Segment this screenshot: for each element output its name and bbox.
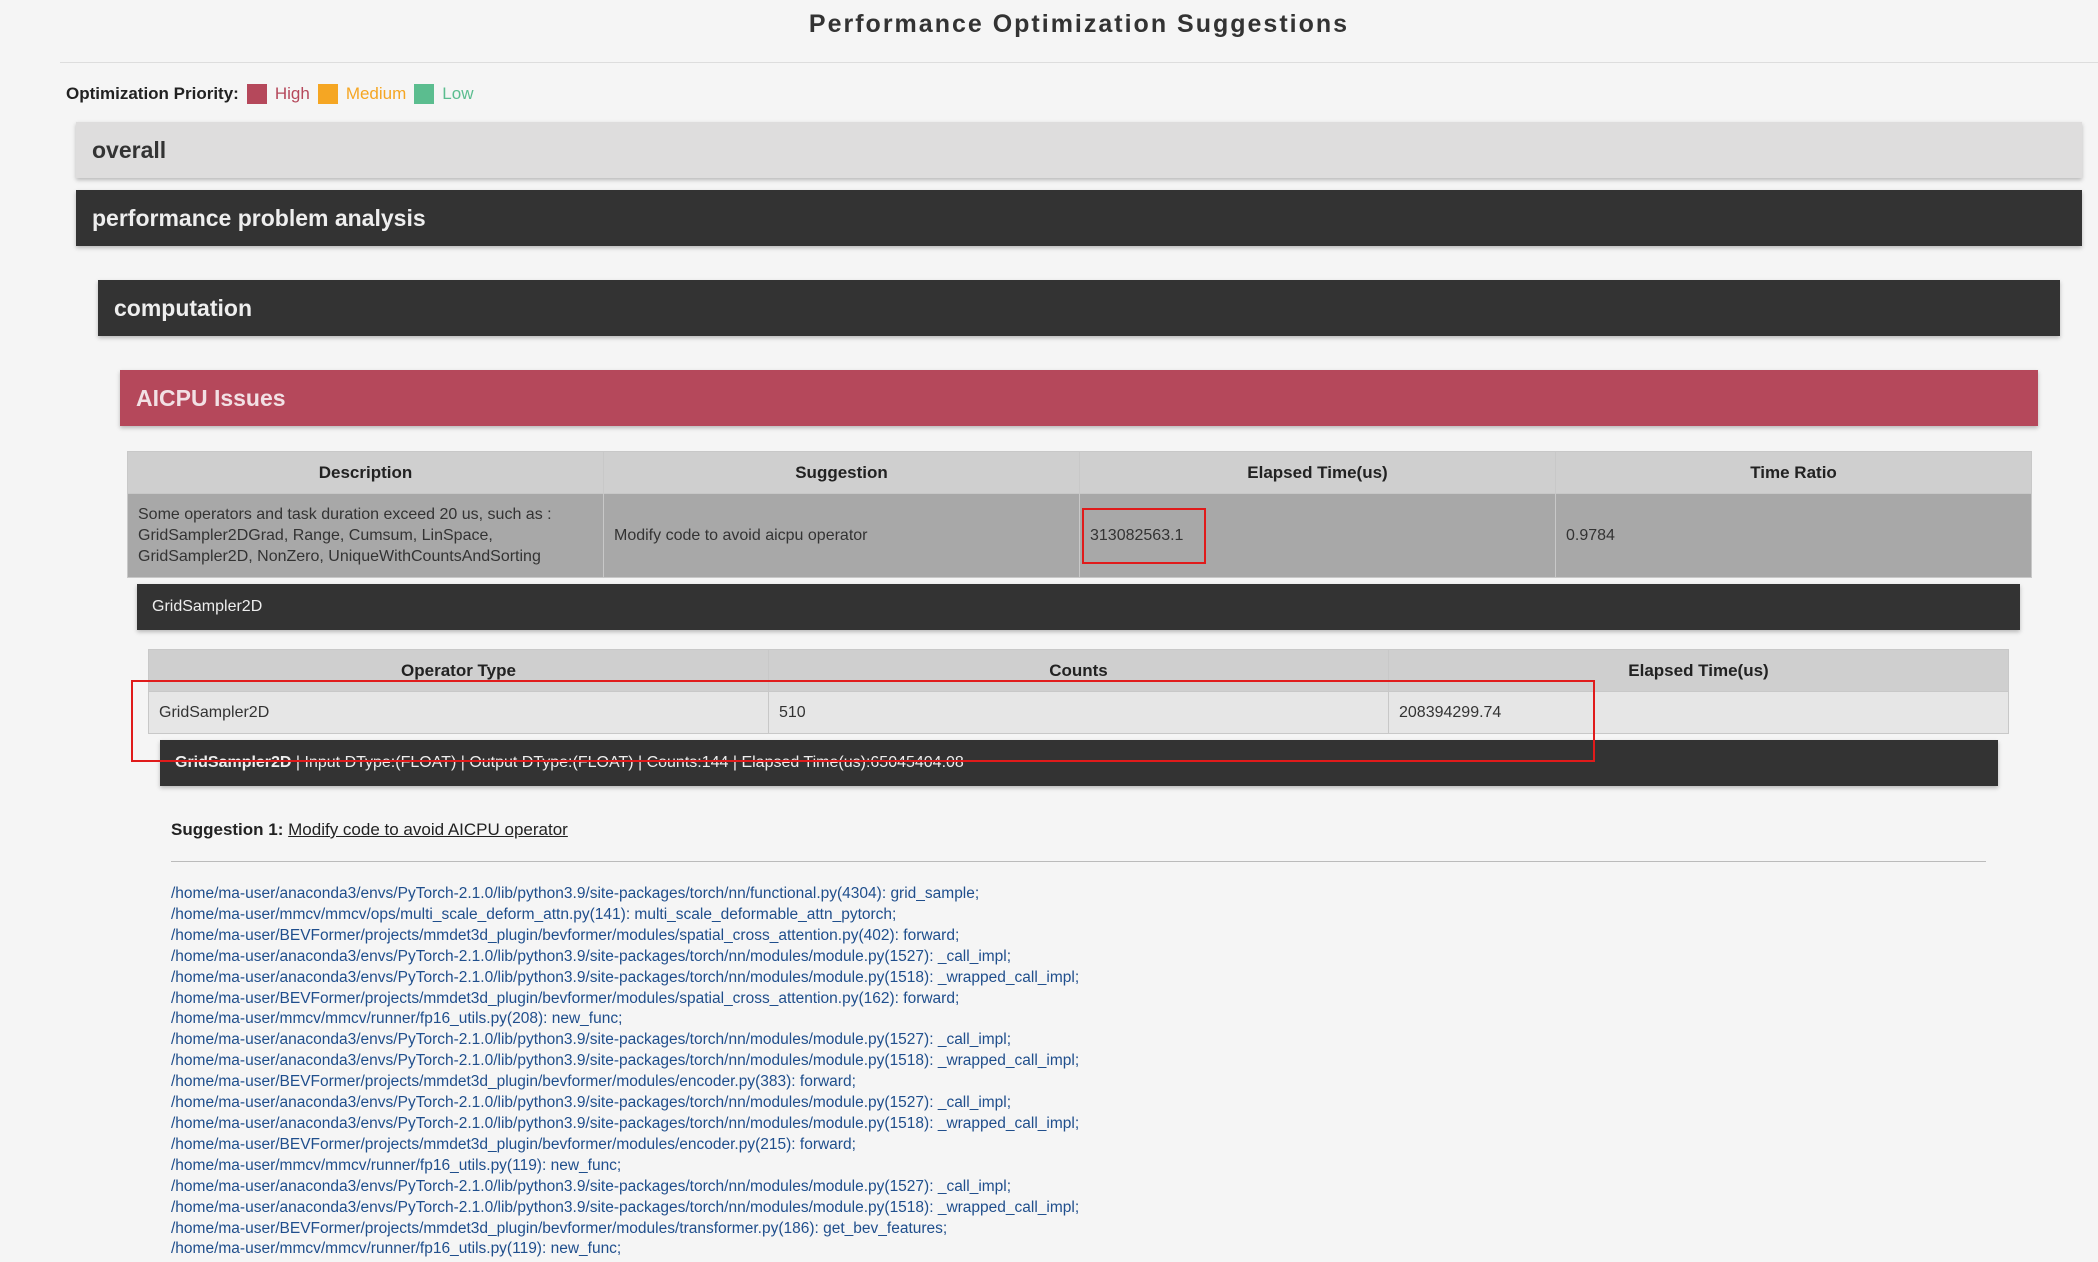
operator-detail-bar[interactable]: GridSampler2D | Input DType:(FLOAT) | Ou… [160, 740, 1998, 786]
cell-description: Some operators and task duration exceed … [127, 493, 604, 578]
stack-line: /home/ma-user/mmcv/mmcv/runner/fp16_util… [171, 1240, 622, 1258]
cell-suggestion: Modify code to avoid aicpu operator [603, 493, 1080, 578]
legend-medium: Medium [345, 84, 407, 103]
table-header-row: Description Suggestion Elapsed Time(us) … [127, 451, 2032, 494]
stack-line: /home/ma-user/anaconda3/envs/PyTorch-2.1… [171, 1177, 1012, 1195]
section-computation[interactable]: computation [98, 280, 2060, 336]
stack-line: /home/ma-user/anaconda3/envs/PyTorch-2.1… [171, 968, 1080, 986]
header-operator-type: Operator Type [148, 649, 769, 692]
call-stack: /home/ma-user/anaconda3/envs/PyTorch-2.1… [171, 884, 1079, 1260]
stack-line: /home/ma-user/anaconda3/envs/PyTorch-2.1… [171, 885, 980, 902]
cell-op-elapsed-time: 208394299.74 [1388, 691, 2009, 734]
section-performance-analysis[interactable]: performance problem analysis [76, 190, 2082, 246]
stack-line: /home/ma-user/anaconda3/envs/PyTorch-2.1… [171, 1094, 1012, 1112]
suggestion-line: Suggestion 1: Modify code to avoid AICPU… [171, 820, 568, 840]
stack-line: /home/ma-user/mmcv/mmcv/runner/fp16_util… [171, 1156, 622, 1174]
operator-table: Operator Type Counts Elapsed Time(us) Gr… [148, 649, 2009, 734]
stack-line: /home/ma-user/BEVFormer/projects/mmdet3d… [171, 1135, 856, 1153]
stack-line: /home/ma-user/anaconda3/envs/PyTorch-2.1… [171, 1052, 1080, 1070]
suggestion-label: Suggestion 1: [171, 820, 284, 839]
stack-line: /home/ma-user/BEVFormer/projects/mmdet3d… [171, 1073, 856, 1091]
header-counts: Counts [768, 649, 1389, 692]
header-elapsed-time: Elapsed Time(us) [1079, 451, 1556, 494]
cell-operator-type: GridSampler2D [148, 691, 769, 734]
legend-high: High [274, 84, 310, 103]
header-description: Description [127, 451, 604, 494]
section-aicpu-issues[interactable]: AICPU Issues [120, 370, 2038, 426]
legend-label: Optimization Priority: [66, 84, 239, 103]
priority-legend: Optimization Priority: High Medium Low [66, 84, 479, 104]
stack-line: /home/ma-user/mmcv/mmcv/ops/multi_scale_… [171, 905, 897, 923]
stack-line: /home/ma-user/BEVFormer/projects/mmdet3d… [171, 989, 960, 1007]
detail-operator-name: GridSampler2D [175, 754, 292, 771]
legend-low: Low [442, 84, 474, 103]
detail-operator-info: | Input DType:(FLOAT) | Output DType:(FL… [291, 754, 964, 771]
table-header-row: Operator Type Counts Elapsed Time(us) [148, 649, 2009, 692]
low-swatch [414, 84, 435, 104]
stack-line: /home/ma-user/mmcv/mmcv/runner/fp16_util… [171, 1010, 623, 1028]
page-title: Performance Optimization Suggestions [808, 10, 1350, 38]
table-row: Some operators and task duration exceed … [127, 493, 2032, 578]
aicpu-table: Description Suggestion Elapsed Time(us) … [127, 451, 2032, 578]
stack-line: /home/ma-user/anaconda3/envs/PyTorch-2.1… [171, 1114, 1080, 1132]
section-overall[interactable]: overall [76, 122, 2082, 178]
header-suggestion: Suggestion [603, 451, 1080, 494]
title-divider [60, 62, 2098, 63]
stack-line: /home/ma-user/anaconda3/envs/PyTorch-2.1… [171, 947, 1012, 965]
suggestion-divider [171, 861, 1986, 862]
stack-line: /home/ma-user/BEVFormer/projects/mmdet3d… [171, 1219, 948, 1237]
operator-section-header[interactable]: GridSampler2D [137, 584, 2020, 630]
cell-counts: 510 [768, 691, 1389, 734]
high-swatch [246, 84, 267, 104]
header-time-ratio: Time Ratio [1555, 451, 2032, 494]
stack-line: /home/ma-user/anaconda3/envs/PyTorch-2.1… [171, 1031, 1012, 1049]
medium-swatch [317, 84, 338, 104]
stack-line: /home/ma-user/anaconda3/envs/PyTorch-2.1… [171, 1198, 1080, 1216]
cell-time-ratio: 0.9784 [1555, 493, 2032, 578]
stack-line: /home/ma-user/BEVFormer/projects/mmdet3d… [171, 926, 960, 944]
cell-elapsed-time: 313082563.1 [1079, 493, 1556, 578]
table-row: GridSampler2D 510 208394299.74 [148, 691, 2009, 734]
header-op-elapsed-time: Elapsed Time(us) [1388, 649, 2009, 692]
suggestion-link[interactable]: Modify code to avoid AICPU operator [288, 820, 568, 839]
